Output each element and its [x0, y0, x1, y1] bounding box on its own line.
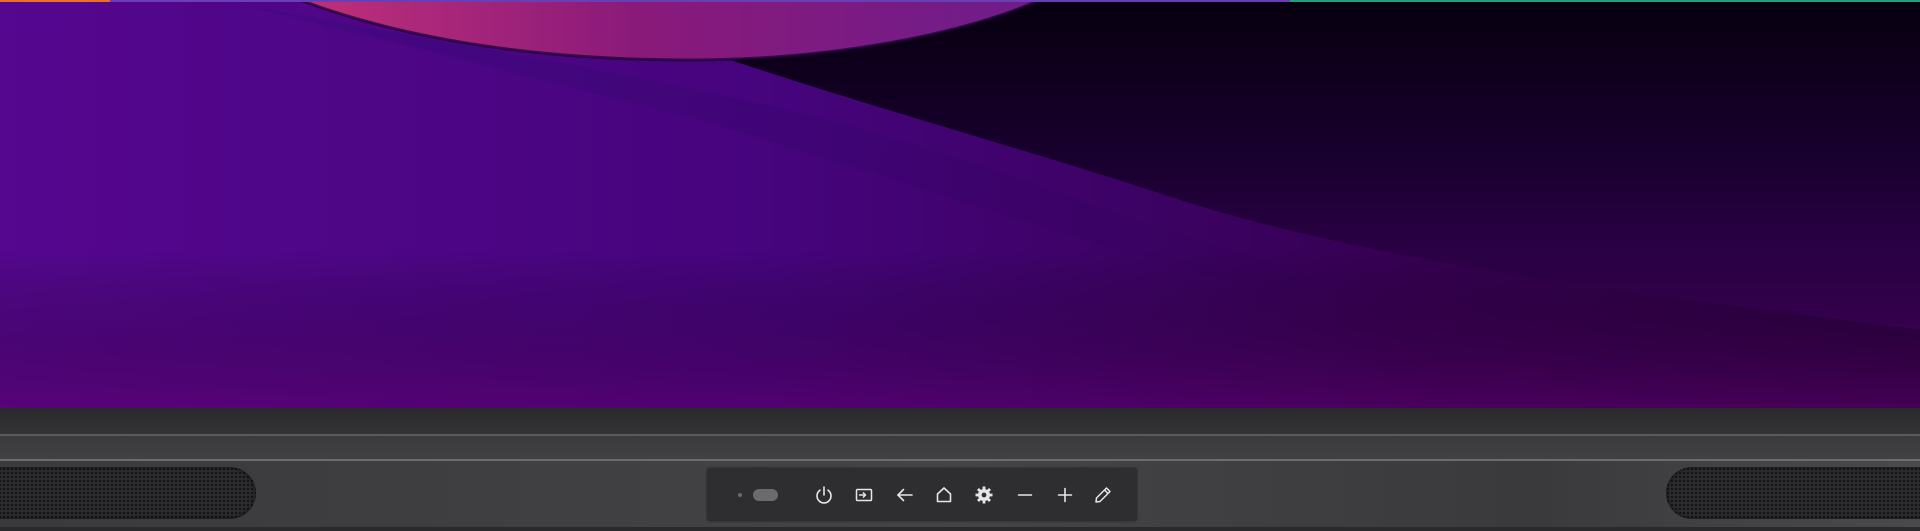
gear-icon: [975, 486, 993, 504]
speaker-grille-left: [0, 467, 256, 519]
wallpaper: [0, 0, 1920, 408]
settings-button[interactable]: [970, 481, 998, 509]
volume-down-button[interactable]: [1011, 481, 1039, 509]
bezel-lower-edge: [0, 408, 1920, 434]
back-button[interactable]: [891, 481, 919, 509]
minus-icon: [1017, 494, 1033, 496]
input-source-icon: [855, 488, 873, 502]
bezel-frame: [0, 436, 1920, 459]
power-indicator-led: [738, 493, 742, 497]
screen-top-strip: [0, 0, 1920, 2]
back-arrow-icon: [897, 488, 913, 502]
pen-icon: [1095, 487, 1111, 503]
power-icon: [816, 486, 832, 504]
plus-icon: [1057, 487, 1073, 503]
power-button[interactable]: [810, 481, 838, 509]
input-source-button[interactable]: [850, 481, 878, 509]
screen: [0, 0, 1920, 408]
volume-up-button[interactable]: [1051, 481, 1079, 509]
home-icon: [936, 487, 952, 503]
annotate-button[interactable]: [1089, 481, 1117, 509]
display-device: [0, 0, 1920, 531]
device-bottom-edge: [0, 527, 1920, 531]
speaker-grille-right: [1666, 467, 1920, 519]
home-button[interactable]: [930, 481, 958, 509]
ir-sensor: [753, 489, 778, 501]
